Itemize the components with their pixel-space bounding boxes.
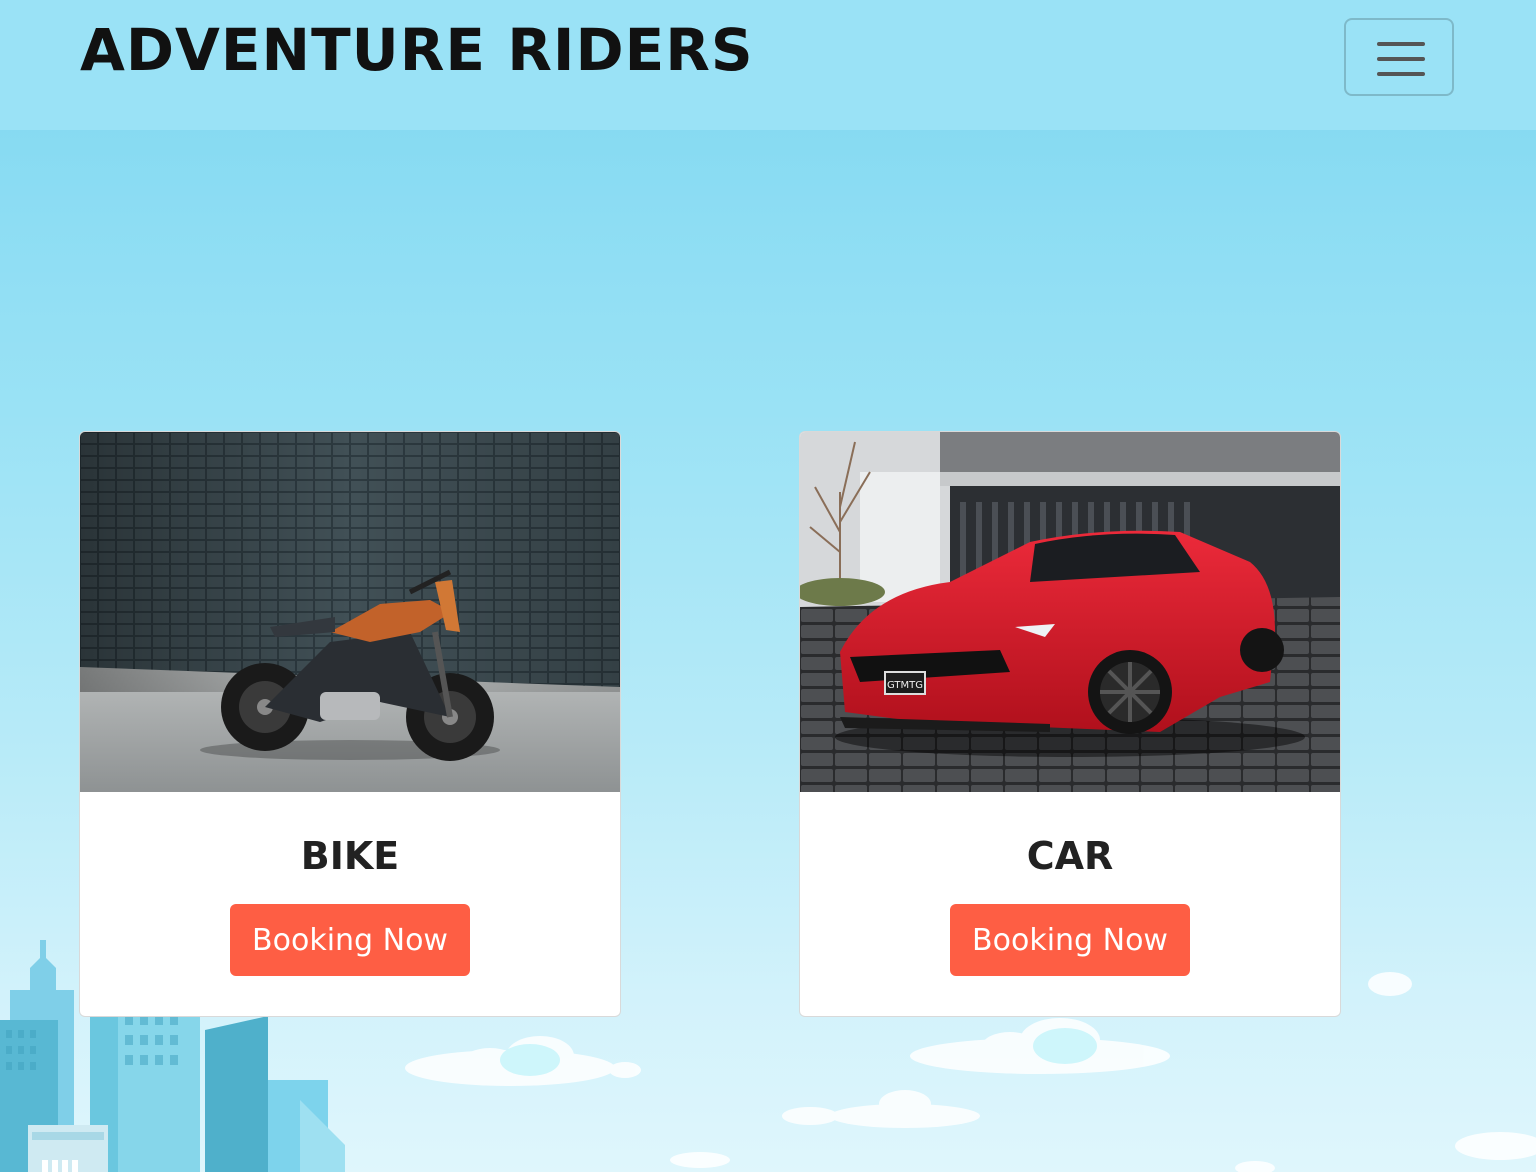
card-title: CAR <box>1026 834 1114 878</box>
svg-text:GTMTG: GTMTG <box>887 680 923 691</box>
menu-toggle-button[interactable] <box>1344 18 1454 96</box>
brand-title[interactable]: ADVENTURE RIDERS <box>80 16 754 84</box>
red-sports-car-photo: GTMTG <box>800 432 1340 792</box>
bike-card: BIKE Booking Now <box>79 431 621 1017</box>
booking-now-button[interactable]: Booking Now <box>950 904 1190 976</box>
motorcycle-photo <box>80 432 620 792</box>
car-card: GTMTG CAR Booking Now <box>799 431 1341 1017</box>
navbar: ADVENTURE RIDERS <box>0 0 1536 130</box>
card-title: BIKE <box>300 834 400 878</box>
booking-now-button[interactable]: Booking Now <box>230 904 470 976</box>
